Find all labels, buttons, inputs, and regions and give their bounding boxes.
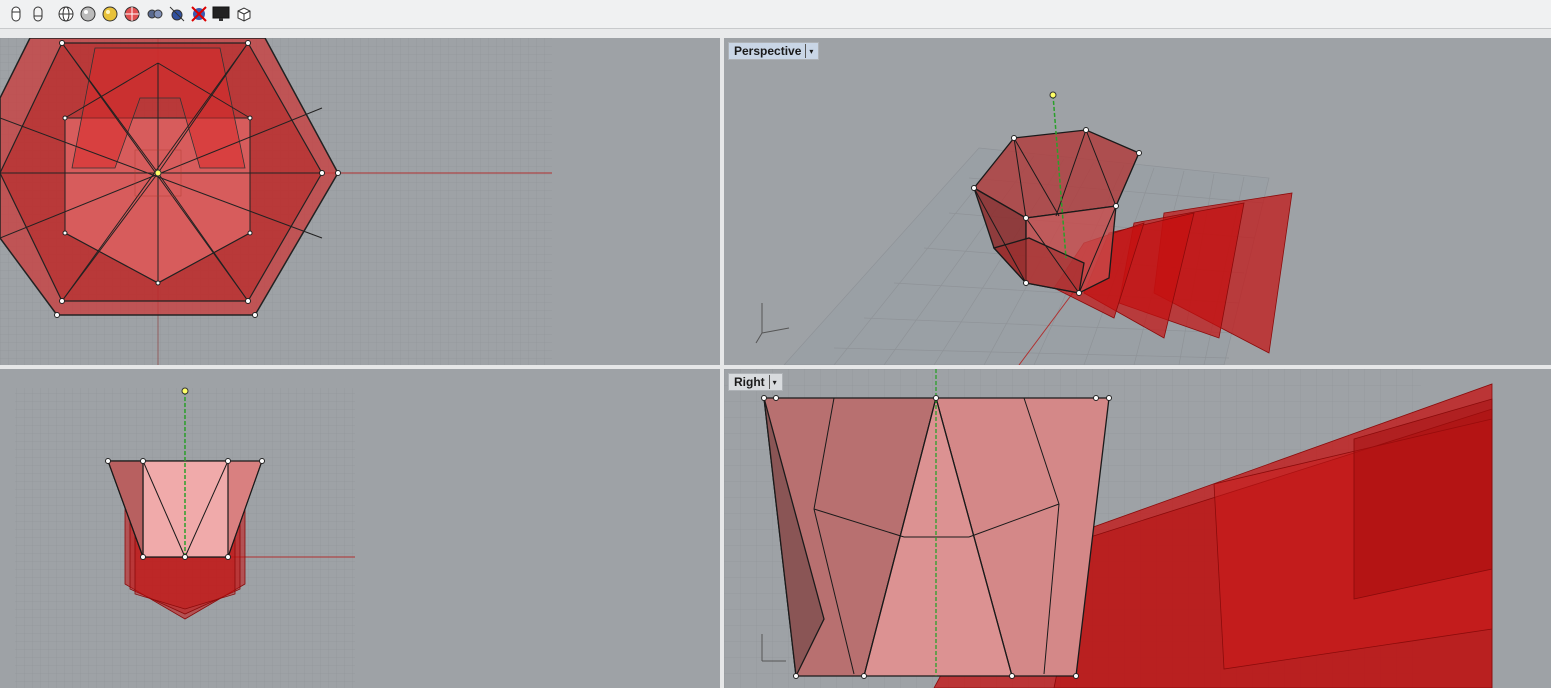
wireframe-sphere-icon[interactable] (56, 4, 76, 24)
target-sphere-icon[interactable] (122, 4, 142, 24)
viewport-title-right[interactable]: Right ▾ (728, 373, 783, 391)
perspective-gumball-handle[interactable] (1049, 91, 1057, 99)
axis-triad-perspective (755, 303, 790, 344)
chevron-down-icon[interactable]: ▾ (805, 44, 816, 58)
viewport-label-perspective: Perspective (734, 44, 802, 58)
xray-icon[interactable] (145, 4, 165, 24)
toolbar-cylinder-b-icon[interactable] (28, 4, 48, 24)
monitor-icon[interactable] (211, 4, 231, 24)
chevron-down-icon[interactable]: ▾ (768, 375, 780, 389)
rendered-sphere-icon[interactable] (100, 4, 120, 24)
viewport-perspective-canvas[interactable] (724, 38, 1551, 365)
viewport-top[interactable] (0, 38, 720, 365)
gumball-center[interactable] (154, 169, 162, 177)
viewport-label-right: Right (734, 375, 765, 389)
no-display-icon[interactable] (189, 4, 209, 24)
toolbar (0, 0, 1551, 29)
capture-icon[interactable] (167, 4, 187, 24)
viewport-top-canvas[interactable] (0, 38, 720, 365)
cube-icon[interactable] (234, 4, 254, 24)
viewport-splitter-horizontal[interactable] (0, 365, 1551, 369)
viewport-title-perspective[interactable]: Perspective ▾ (728, 42, 820, 60)
viewport-front[interactable] (0, 369, 720, 688)
viewport-front-canvas[interactable] (0, 369, 720, 688)
front-gumball-handle[interactable] (181, 387, 189, 395)
viewport-right[interactable]: Right ▾ (724, 369, 1551, 688)
viewport-right-canvas[interactable] (724, 369, 1551, 688)
viewport-splitter-vertical[interactable] (720, 38, 724, 688)
viewport-perspective[interactable]: Perspective ▾ (724, 38, 1551, 365)
shaded-sphere-icon[interactable] (78, 4, 98, 24)
toolbar-band (0, 29, 1551, 38)
toolbar-cylinder-a-icon[interactable] (6, 4, 26, 24)
